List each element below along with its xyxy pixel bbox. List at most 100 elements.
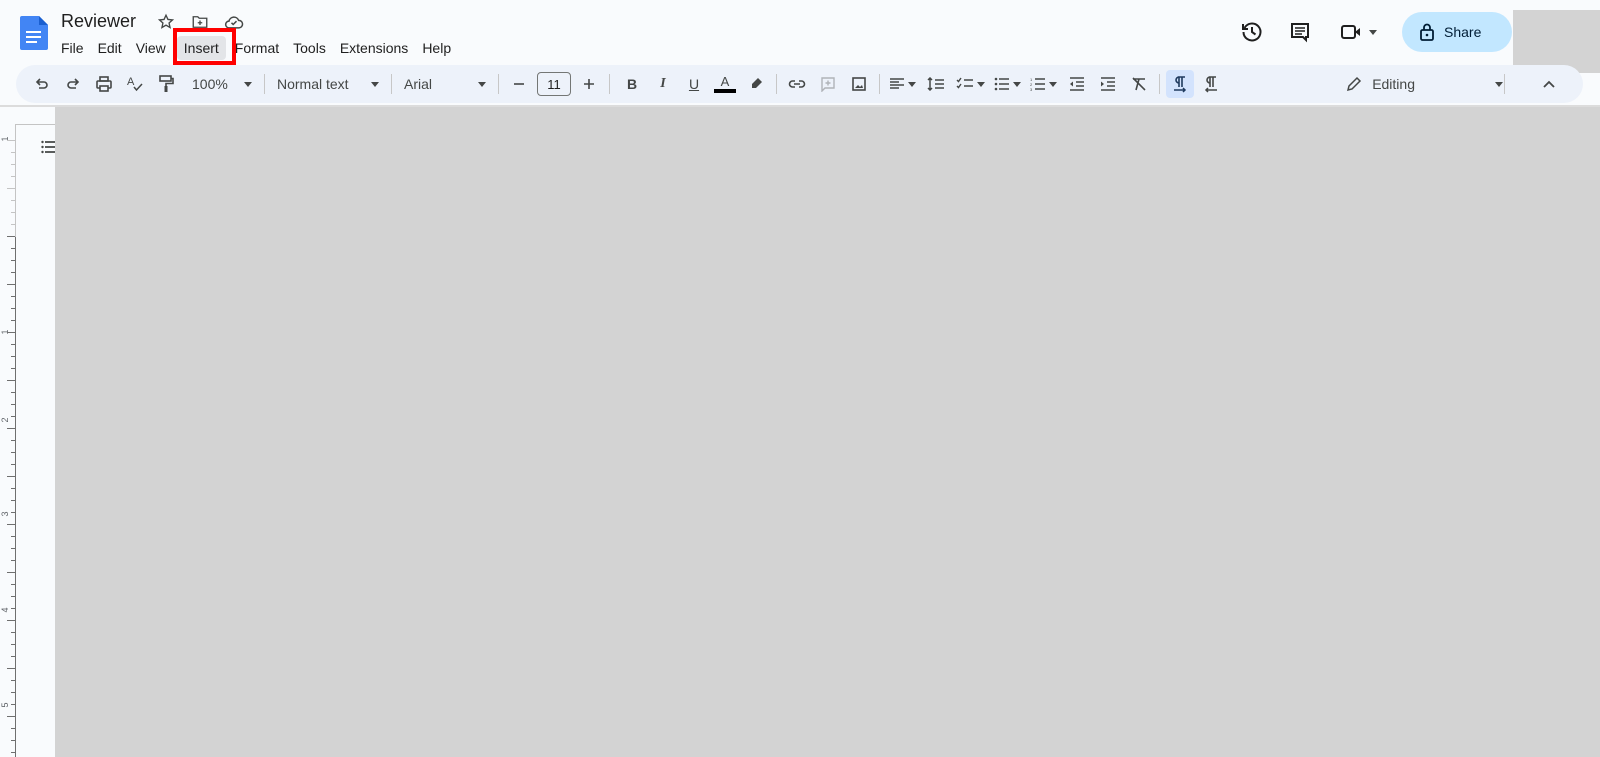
ruler-tick xyxy=(11,728,15,729)
ruler-tick xyxy=(11,656,15,657)
ruler-tick xyxy=(11,200,15,201)
ruler-tick xyxy=(11,464,15,465)
cloud-saved-icon[interactable] xyxy=(224,12,244,32)
increase-font-size-button[interactable] xyxy=(575,70,603,98)
ruler-tick xyxy=(11,368,15,369)
meet-button[interactable] xyxy=(1332,12,1384,52)
spellcheck-button[interactable]: A xyxy=(121,70,149,98)
insert-link-button[interactable] xyxy=(783,70,811,98)
bulleted-list-button[interactable] xyxy=(991,70,1024,98)
star-icon[interactable] xyxy=(156,12,176,32)
menu-insert[interactable]: Insert xyxy=(176,36,226,60)
font-select[interactable]: Arial xyxy=(398,70,492,98)
line-spacing-button[interactable] xyxy=(922,70,950,98)
chevron-down-icon xyxy=(1495,81,1503,87)
ruler-tick xyxy=(11,212,15,213)
insert-image-button[interactable] xyxy=(845,70,873,98)
ruler-label: 4 xyxy=(0,607,10,613)
text-color-button[interactable]: A xyxy=(711,70,739,98)
menu-extensions[interactable]: Extensions xyxy=(333,36,415,60)
ruler-tick xyxy=(7,620,15,621)
ruler-tick xyxy=(11,632,15,633)
document-title[interactable]: Reviewer xyxy=(61,11,136,32)
ruler-tick xyxy=(11,392,15,393)
menu-format[interactable]: Format xyxy=(228,36,286,60)
lock-icon xyxy=(1420,23,1434,41)
editing-mode-label: Editing xyxy=(1372,76,1415,92)
ruler-tick xyxy=(11,272,15,273)
menu-help[interactable]: Help xyxy=(415,36,458,60)
vertical-ruler[interactable]: 1 1 2 3 4 5 xyxy=(0,105,55,757)
ruler-tick xyxy=(7,716,15,717)
ruler-label: 3 xyxy=(0,511,10,517)
italic-button[interactable]: I xyxy=(649,70,677,98)
print-button[interactable] xyxy=(90,70,118,98)
toolbar-divider xyxy=(498,74,499,94)
paragraph-style-select[interactable]: Normal text xyxy=(271,70,385,98)
menu-file[interactable]: File xyxy=(54,36,91,60)
svg-text:A: A xyxy=(127,76,135,88)
toolbar-divider xyxy=(1159,74,1160,94)
ruler-tick xyxy=(11,596,15,597)
ruler-tick xyxy=(11,608,15,609)
right-to-left-button[interactable] xyxy=(1197,70,1225,98)
history-icon xyxy=(1240,20,1264,44)
ruler-label: 2 xyxy=(0,417,10,423)
editing-mode-select[interactable]: Editing xyxy=(1346,76,1503,92)
numbered-list-button[interactable]: 123 xyxy=(1027,70,1060,98)
menu-view[interactable]: View xyxy=(129,36,173,60)
document-canvas-redacted[interactable] xyxy=(55,107,1600,757)
top-bar: Reviewer File Edit View Insert Format To… xyxy=(0,0,1600,65)
left-to-right-button[interactable] xyxy=(1166,70,1194,98)
redo-button[interactable] xyxy=(59,70,87,98)
ruler-tick xyxy=(11,536,15,537)
ruler-tick xyxy=(7,284,15,285)
ruler-tick xyxy=(11,548,15,549)
align-button[interactable] xyxy=(886,70,919,98)
ruler-tick xyxy=(11,512,15,513)
ruler-tick xyxy=(11,356,15,357)
ruler-tick xyxy=(11,500,15,501)
version-history-button[interactable] xyxy=(1232,12,1272,52)
chevron-down-icon xyxy=(478,81,486,87)
ruler-tick xyxy=(11,560,15,561)
ruler-label: 1 xyxy=(0,136,10,142)
highlight-color-button[interactable] xyxy=(742,70,770,98)
ruler-tick xyxy=(11,416,15,417)
font-size-input[interactable]: 11 xyxy=(537,72,571,96)
checklist-button[interactable] xyxy=(953,70,988,98)
decrease-font-size-button[interactable] xyxy=(505,70,533,98)
increase-indent-button[interactable] xyxy=(1094,70,1122,98)
ruler-tick xyxy=(11,164,15,165)
chevron-down-icon xyxy=(908,81,916,87)
toolbar-divider xyxy=(391,74,392,94)
ruler-tick xyxy=(7,188,15,189)
ruler-tick xyxy=(7,428,15,429)
document-outline-icon[interactable] xyxy=(41,140,55,154)
account-avatar-redacted[interactable] xyxy=(1513,10,1600,73)
docs-logo-icon[interactable] xyxy=(20,16,48,50)
comments-button[interactable] xyxy=(1280,12,1320,52)
add-comment-button[interactable] xyxy=(814,70,842,98)
underline-button[interactable]: U xyxy=(680,70,708,98)
share-label: Share xyxy=(1444,24,1482,40)
move-to-folder-icon[interactable] xyxy=(190,12,210,32)
clear-formatting-button[interactable] xyxy=(1125,70,1153,98)
paint-format-button[interactable] xyxy=(152,70,180,98)
ruler-tick xyxy=(11,704,15,705)
menu-edit[interactable]: Edit xyxy=(91,36,129,60)
zoom-select[interactable]: 100% xyxy=(186,70,258,98)
ruler-margin-segment xyxy=(15,125,16,237)
undo-button[interactable] xyxy=(28,70,56,98)
ruler-label: 5 xyxy=(0,702,10,708)
menu-tools[interactable]: Tools xyxy=(286,36,333,60)
ruler-tick xyxy=(11,320,15,321)
ruler-tick xyxy=(7,476,15,477)
decrease-indent-button[interactable] xyxy=(1063,70,1091,98)
ruler-tick xyxy=(11,404,15,405)
bold-button[interactable]: B xyxy=(618,70,646,98)
ruler-tick xyxy=(11,152,15,153)
hide-menus-button[interactable] xyxy=(1535,70,1563,98)
share-button[interactable]: Share xyxy=(1402,12,1512,52)
toolbar-divider xyxy=(609,74,610,94)
